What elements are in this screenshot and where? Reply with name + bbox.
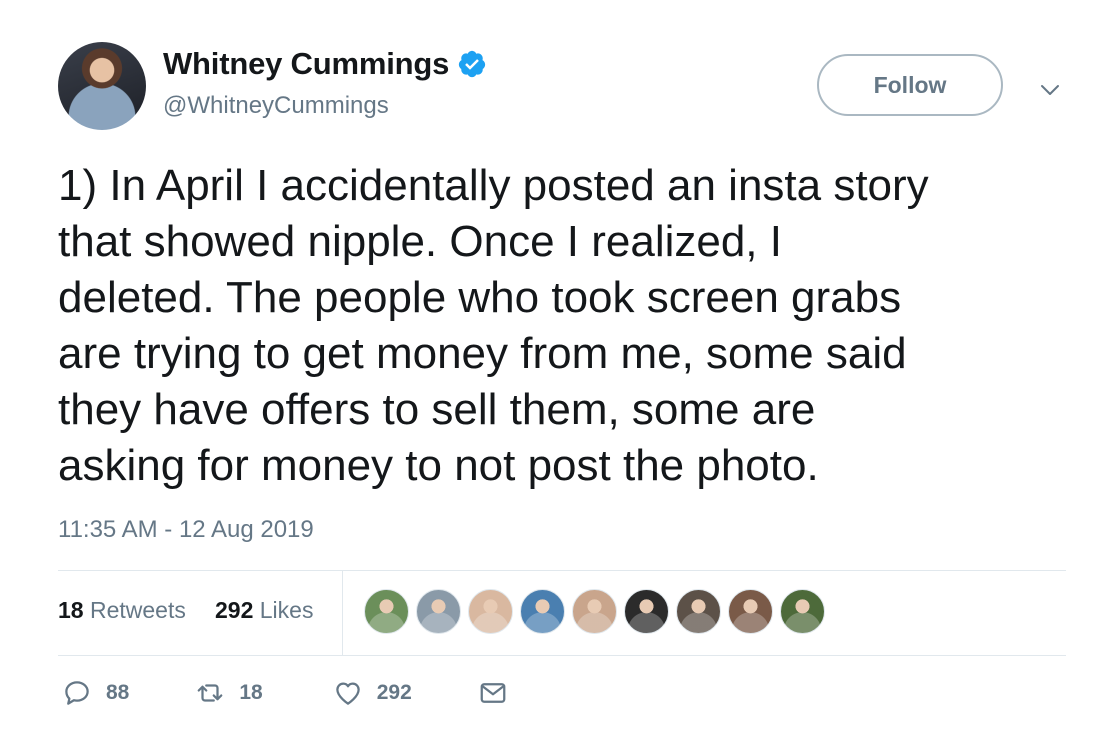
heart-icon	[335, 682, 360, 705]
reply-icon	[65, 681, 89, 705]
person-avatar[interactable]	[624, 589, 669, 634]
retweet-count: 18	[239, 681, 263, 704]
tweet-text-line: deleted. The people who took screen grab…	[58, 273, 902, 322]
person-avatar[interactable]	[728, 589, 773, 634]
person-avatar[interactable]	[416, 589, 461, 634]
like-count: 292	[376, 681, 412, 704]
stats-divider	[342, 571, 343, 655]
divider	[58, 655, 1066, 656]
tweet-text-line: 1) In April I accidentally posted an ins…	[58, 161, 929, 210]
tweet-text-line: asking for money to not post the photo.	[58, 441, 819, 490]
direct-message-button[interactable]	[478, 678, 508, 708]
author-handle[interactable]: @WhitneyCummings	[163, 92, 389, 120]
tweet-text-line: are trying to get money from me, some sa…	[58, 329, 907, 378]
stadium-avatar[interactable]	[364, 589, 409, 634]
chevron-down-icon[interactable]	[1038, 78, 1062, 102]
animal-avatar[interactable]	[676, 589, 721, 634]
author-avatar[interactable]	[58, 42, 146, 130]
tweet-text-line: they have offers to sell them, some are	[58, 385, 816, 434]
person-avatar[interactable]	[520, 589, 565, 634]
retweets-count: 18	[58, 597, 84, 623]
reply-count: 88	[106, 681, 130, 704]
retweet-button[interactable]: 18	[195, 678, 263, 708]
retweets-label: Retweets	[89, 597, 186, 623]
reply-button[interactable]: 88	[62, 678, 129, 708]
tweet-actions: 88 18 292	[62, 678, 508, 708]
follow-button[interactable]: Follow	[817, 54, 1003, 116]
verified-badge-icon	[459, 50, 486, 78]
retweet-icon	[197, 684, 223, 702]
author-name[interactable]: Whitney Cummings	[163, 46, 449, 82]
tweet-text-line: that showed nipple. Once I realized, I	[58, 217, 782, 266]
likes-count: 292	[215, 597, 254, 623]
divider	[58, 570, 1066, 571]
tweet-text: 1) In April I accidentally posted an ins…	[58, 158, 1068, 494]
author-name-row: Whitney Cummings	[163, 46, 487, 82]
likes-stat[interactable]: 292 Likes	[215, 597, 313, 624]
person-avatar[interactable]	[572, 589, 617, 634]
envelope-icon	[480, 683, 506, 703]
likers-avatars	[364, 589, 825, 634]
like-button[interactable]: 292	[333, 678, 412, 708]
likes-label: Likes	[259, 597, 314, 623]
retweets-stat[interactable]: 18 Retweets	[58, 597, 186, 624]
tweet-timestamp[interactable]: 11:35 AM - 12 Aug 2019	[58, 516, 314, 544]
person-avatar[interactable]	[468, 589, 513, 634]
eagle-avatar[interactable]	[780, 589, 825, 634]
